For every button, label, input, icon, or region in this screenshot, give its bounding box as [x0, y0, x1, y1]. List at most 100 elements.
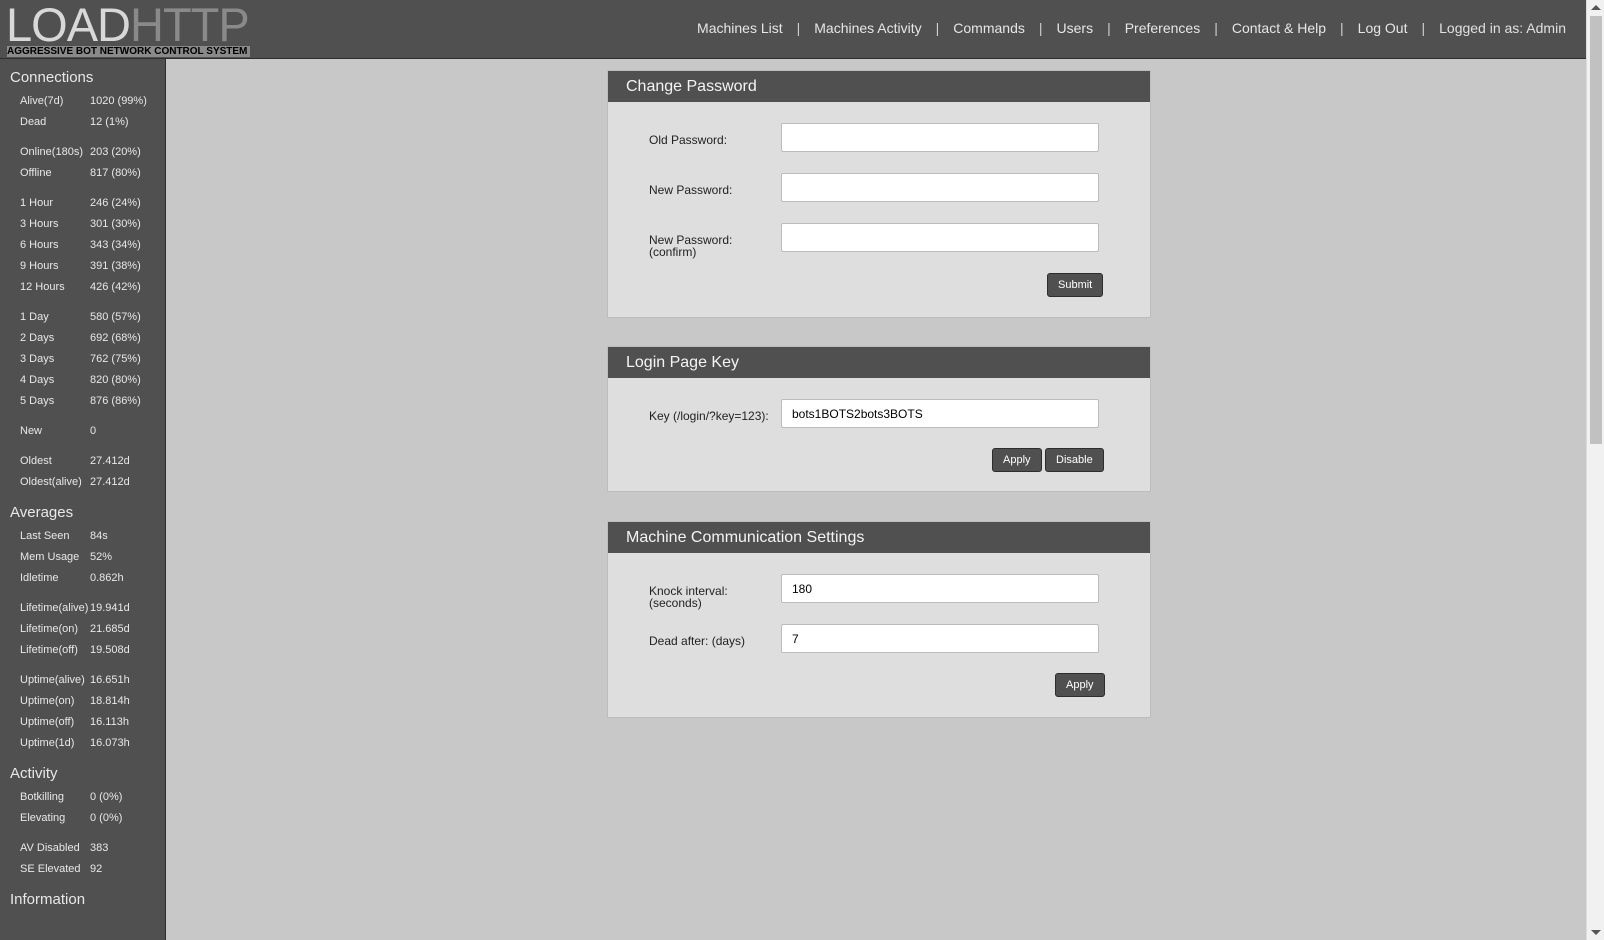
old-password-input[interactable]	[781, 123, 1099, 152]
stat-key: New	[20, 425, 43, 437]
activity-stats: Botkilling 0 (0%) Elevating 0 (0%) AV Disabl…	[0, 788, 165, 881]
stat-row: New 0	[0, 422, 165, 443]
stat-group-gap	[0, 185, 165, 194]
nav-contact-help[interactable]: Contact & Help	[1232, 20, 1326, 36]
stat-key: Offline	[20, 167, 52, 179]
connections-heading: Connections	[10, 69, 94, 86]
machine-communication-panel: Machine Communication Settings Knock int…	[607, 521, 1151, 718]
stat-key: Lifetime(on)	[20, 623, 79, 635]
stat-row: Lifetime(on) 21.685d	[0, 620, 165, 641]
stat-row: 2 Days 692 (68%)	[0, 329, 165, 350]
activity-heading: Activity	[10, 765, 58, 782]
page-scrollbar[interactable]	[1586, 0, 1604, 940]
nav-users[interactable]: Users	[1057, 20, 1094, 36]
stat-key: SE Elevated	[20, 863, 81, 875]
stat-value: 27.412d	[90, 455, 130, 467]
machine-communication-title: Machine Communication Settings	[608, 522, 1150, 553]
top-header: LOADHTTP AGGRESSIVE BOT NETWORK CONTROL …	[0, 0, 1586, 59]
login-key-disable-button[interactable]: Disable	[1045, 448, 1104, 472]
averages-stats: Last Seen 84s Mem Usage 52% Idletime 0.862h Li…	[0, 527, 165, 755]
stat-group-gap	[0, 443, 165, 452]
nav-commands[interactable]: Commands	[953, 20, 1025, 36]
stat-value: 426 (42%)	[90, 281, 141, 293]
confirm-password-input[interactable]	[781, 223, 1099, 252]
nav-separator: |	[796, 20, 801, 36]
login-page-key-title: Login Page Key	[608, 347, 1150, 378]
stat-value: 12 (1%)	[90, 116, 129, 128]
knock-interval-label-line2: (seconds)	[649, 596, 702, 610]
stat-row: Botkilling 0 (0%)	[0, 788, 165, 809]
stat-row: Idletime 0.862h	[0, 569, 165, 590]
stat-value: 692 (68%)	[90, 332, 141, 344]
stat-value: 762 (75%)	[90, 353, 141, 365]
stat-value: 52%	[90, 551, 113, 563]
change-password-title: Change Password	[608, 71, 1150, 102]
stat-value: 876 (86%)	[90, 395, 141, 407]
stat-group-gap	[0, 662, 165, 671]
stat-row: 3 Days 762 (75%)	[0, 350, 165, 371]
stat-value: 580 (57%)	[90, 311, 141, 323]
stat-key: Uptime(1d)	[20, 737, 75, 749]
stat-row: 3 Hours 301 (30%)	[0, 215, 165, 236]
dead-after-label: Dead after: (days)	[649, 634, 746, 648]
stat-value: 27.412d	[90, 476, 130, 488]
stat-key: 9 Hours	[20, 260, 59, 272]
stat-key: Oldest	[20, 455, 52, 467]
stat-value: 0 (0%)	[90, 791, 123, 803]
stats-sidebar: Connections Alive(7d) 1020 (99%) Dead 12 (1…	[0, 59, 166, 940]
stat-row: Uptime(alive) 16.651h	[0, 671, 165, 692]
stat-value: 383	[90, 842, 109, 854]
stat-row: Mem Usage 52%	[0, 548, 165, 569]
login-key-apply-button[interactable]: Apply	[992, 448, 1042, 472]
stat-key: Dead	[20, 116, 47, 128]
nav-machines-list[interactable]: Machines List	[697, 20, 783, 36]
confirm-password-label: New Password: (confirm)	[649, 234, 732, 258]
stat-key: Mem Usage	[20, 551, 80, 563]
stat-group-gap	[0, 134, 165, 143]
new-password-input[interactable]	[781, 173, 1099, 202]
dead-after-input[interactable]	[781, 624, 1099, 653]
stat-key: Uptime(on)	[20, 695, 75, 707]
stat-value: 19.941d	[90, 602, 130, 614]
stat-key: 5 Days	[20, 395, 55, 407]
stat-value: 16.651h	[90, 674, 130, 686]
stat-value: 18.814h	[90, 695, 130, 707]
stat-row: 9 Hours 391 (38%)	[0, 257, 165, 278]
stat-row: Oldest 27.412d	[0, 452, 165, 473]
stat-row: Online(180s) 203 (20%)	[0, 143, 165, 164]
scroll-thumb[interactable]	[1590, 16, 1602, 444]
stat-value: 16.073h	[90, 737, 130, 749]
nav-preferences[interactable]: Preferences	[1125, 20, 1200, 36]
stat-row: Last Seen 84s	[0, 527, 165, 548]
change-password-panel: Change Password Old Password: New Passwo…	[607, 70, 1151, 318]
stat-value: 817 (80%)	[90, 167, 141, 179]
stat-row: Uptime(off) 16.113h	[0, 713, 165, 734]
nav-machines-activity[interactable]: Machines Activity	[814, 20, 921, 36]
knock-interval-input[interactable]	[781, 574, 1099, 603]
stat-group-gap	[0, 413, 165, 422]
stat-value: 0.862h	[90, 572, 124, 584]
stat-row: Uptime(1d) 16.073h	[0, 734, 165, 755]
stat-row: 1 Day 580 (57%)	[0, 308, 165, 329]
stat-key: Botkilling	[20, 791, 65, 803]
stat-key: Oldest(alive)	[20, 476, 82, 488]
login-key-input[interactable]	[781, 399, 1099, 428]
nav-separator: |	[1107, 20, 1111, 36]
nav-separator: |	[1421, 20, 1426, 36]
logo-load-text: LOAD	[6, 0, 131, 51]
stat-value: 19.508d	[90, 644, 130, 656]
scroll-up-arrow-icon[interactable]	[1591, 5, 1601, 10]
logged-in-user: Logged in as: Admin	[1439, 20, 1566, 36]
information-heading: Information	[10, 891, 86, 908]
communication-apply-button[interactable]: Apply	[1055, 673, 1105, 697]
submit-password-button[interactable]: Submit	[1047, 273, 1104, 297]
stat-value: 246 (24%)	[90, 197, 141, 209]
stat-row: 4 Days 820 (80%)	[0, 371, 165, 392]
knock-interval-label: Knock interval: (seconds)	[649, 585, 728, 609]
stat-value: 84s	[90, 530, 108, 542]
scroll-down-arrow-icon[interactable]	[1591, 930, 1601, 935]
nav-log-out[interactable]: Log Out	[1358, 20, 1408, 36]
stat-key: Uptime(alive)	[20, 674, 85, 686]
nav-separator: |	[1340, 20, 1344, 36]
stat-row: Lifetime(off) 19.508d	[0, 641, 165, 662]
